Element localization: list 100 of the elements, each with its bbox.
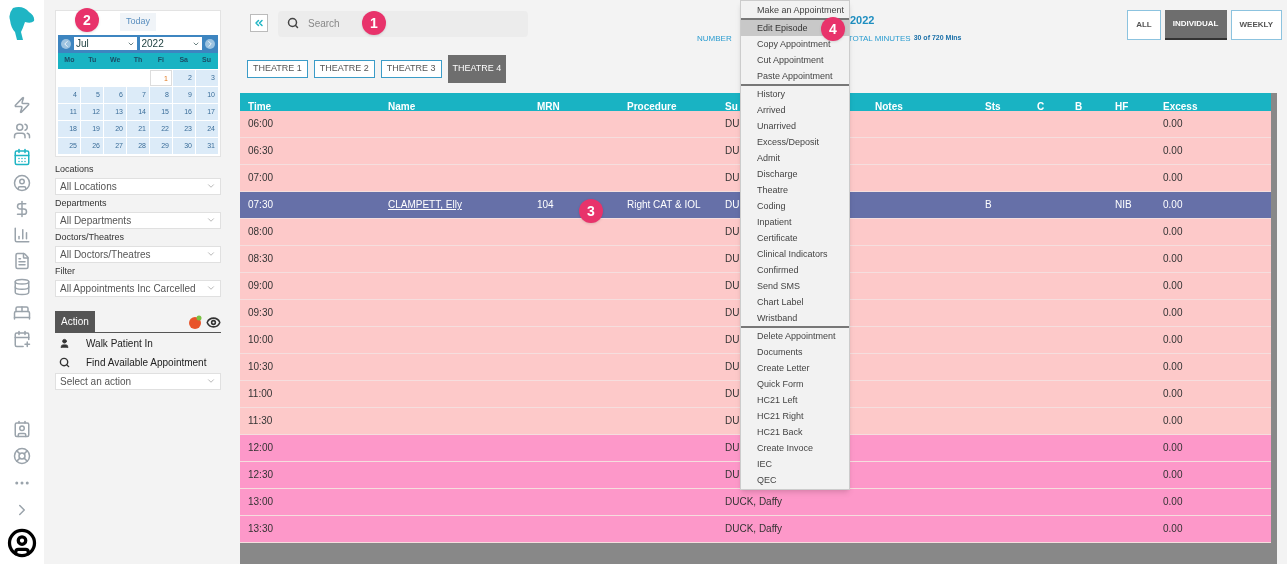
menu-item[interactable]: HC21 Back [741,424,849,440]
menu-item[interactable]: Paste Appointment [741,68,849,84]
theatre-tab[interactable]: THEATRE 2 [313,59,375,78]
patient-name-link[interactable]: CLAMPETT, Elly [388,199,462,210]
schedule-row[interactable]: 13:30 DUCK, Daffy 0.00 [240,515,1271,543]
column-header: Procedure [627,100,677,112]
menu-item[interactable]: HC21 Left [741,392,849,408]
dropdown[interactable]: All Departments [55,211,221,229]
menu-item[interactable]: Create Letter [741,360,849,376]
menu-item[interactable]: Clinical Indicators [741,246,849,262]
eye-icon[interactable] [206,314,221,330]
column-header: HF [1115,100,1129,112]
time-cell-text: 10:30 [248,360,275,374]
filter-label: Departments [55,196,108,210]
menu-item[interactable]: Chart Label [741,294,849,310]
user-icon[interactable] [13,174,31,192]
theatre-tab[interactable]: THEATRE 4 [447,54,507,83]
next-month-icon[interactable] [205,38,215,49]
view-button[interactable]: ALL [1127,10,1161,40]
surgeon-cell: DU [725,280,740,291]
dropdown[interactable]: All Appointments Inc Carcelled [55,279,221,297]
bar-chart-icon[interactable] [13,226,31,244]
menu-item[interactable]: Admit [741,150,849,166]
lightning-icon[interactable] [13,96,31,114]
menu-item[interactable]: Discharge [741,166,849,182]
excess-cell-text: 0.00 [1163,468,1184,482]
excess-cell-text: 0.00 [1163,387,1184,401]
surgeon-cell: DU [725,118,740,129]
menu-item[interactable]: HC21 Right [741,408,849,424]
chevron-down-icon [206,215,216,225]
menu-item[interactable]: Documents [741,344,849,360]
menu-item[interactable]: QEC [741,472,849,488]
menu-item[interactable]: Excess/Deposit [741,134,849,150]
excess-cell-text: 0.00 [1163,333,1184,347]
action-item[interactable]: Walk Patient In [55,334,221,352]
bed-icon[interactable] [13,304,31,322]
menu-item[interactable]: Make an Appointment [741,2,849,18]
view-button[interactable]: WEEKLY [1230,10,1282,40]
menu-item[interactable]: Delete Appointment [741,328,849,344]
theatre-tab[interactable]: THEATRE 1 [247,59,308,78]
time-cell-text: 11:00 [248,387,274,401]
view-button[interactable]: INDIVIDUAL [1164,10,1227,40]
column-header: MRN [537,100,560,112]
menu-item[interactable]: Coding [741,198,849,214]
month-select[interactable]: Jul [74,37,137,50]
dropdown[interactable]: Select an action [55,372,221,390]
menu-item[interactable]: Certificate [741,230,849,246]
excess-cell-text: 0.00 [1163,144,1184,158]
calendar-plus-icon[interactable] [13,330,31,348]
dropdown[interactable]: All Locations [55,177,221,195]
excess-cell-text: 0.00 [1163,441,1184,455]
database-icon[interactable] [13,278,31,296]
menu-item[interactable]: Quick Form [741,376,849,392]
previous-month-icon[interactable] [61,38,71,49]
menu-item[interactable]: Cut Appointment [741,52,849,68]
column-header: Name [388,100,416,112]
surgeon-cell: DU [725,415,740,426]
time-cell-text: 12:00 [248,441,275,455]
collapse-button[interactable] [250,14,268,33]
search-icon [287,17,299,29]
menu-item[interactable]: Unarrived [741,118,849,134]
surgeon-cell: DU [725,442,740,453]
surgeon-cell: DU [725,145,740,156]
minutes-label: TOTAL MINUTES [847,32,911,45]
menu-item[interactable]: History [741,86,849,102]
number-label: NUMBER [697,32,732,45]
menu-item[interactable]: Send SMS [741,278,849,294]
staff-icon[interactable] [13,420,31,438]
menu-item[interactable]: Wristband [741,310,849,326]
action-tab[interactable]: Action [55,310,95,332]
badge-icon[interactable] [188,315,202,329]
menu-item[interactable]: Confirmed [741,262,849,278]
page-title: 2022 [850,13,875,28]
excess-cell-text: 0.00 [1163,225,1184,239]
year-select[interactable]: 2022 [139,37,202,50]
menu-item[interactable]: Arrived [741,102,849,118]
lifebuoy-icon[interactable] [13,447,31,465]
surgeon-cell: DU [725,388,740,399]
menu-item[interactable]: Create Invoce [741,440,849,456]
schedule-row[interactable]: 13:00 DUCK, Daffy 0.00 [240,488,1271,516]
action-item[interactable]: Find Available Appointment [55,353,221,371]
document-icon[interactable] [13,252,31,270]
theatre-tab[interactable]: THEATRE 3 [380,59,442,78]
menu-item[interactable]: IEC [741,456,849,472]
excess-cell-text: 0.00 [1163,306,1184,320]
column-header: Notes [875,100,903,112]
account-icon[interactable] [7,528,37,558]
chevron-down-icon [206,249,216,259]
surgeon-cell: DU [725,199,740,210]
time-cell-text: 06:00 [248,117,275,131]
group-icon[interactable] [13,122,31,140]
search-icon [59,356,70,368]
menu-item[interactable]: Theatre [741,182,849,198]
status-cell: B [985,199,992,210]
column-header: C [1037,100,1045,112]
filter-label: Locations [55,162,95,176]
surgeon-cell: DU [725,253,740,264]
calendar-icon[interactable] [13,148,31,166]
dropdown[interactable]: All Doctors/Theatres [55,245,221,263]
menu-item[interactable]: Inpatient [741,214,849,230]
